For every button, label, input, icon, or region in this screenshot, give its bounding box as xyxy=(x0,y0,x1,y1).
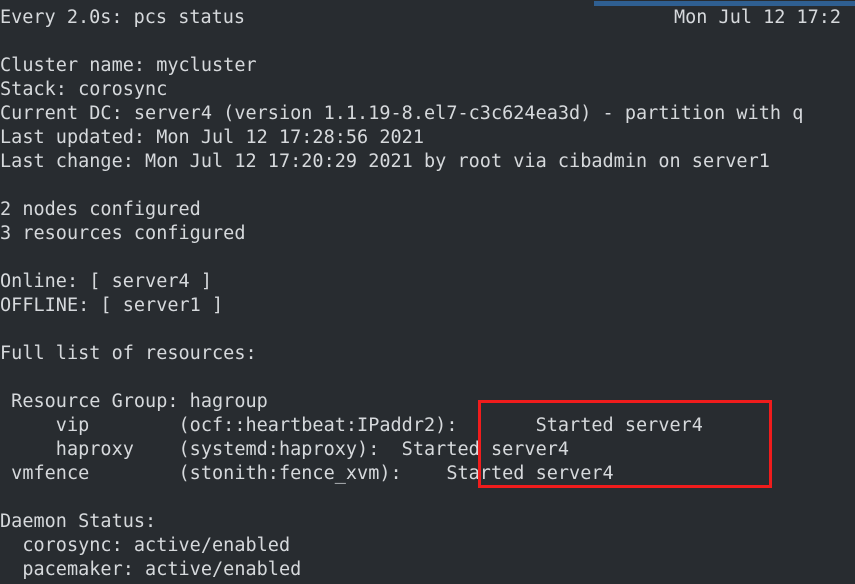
output-stack: Stack: corosync xyxy=(0,79,168,100)
watch-command-label: Every 2.0s: pcs status xyxy=(0,7,246,28)
output-full-list-heading: Full list of resources: xyxy=(0,343,257,364)
output-resources-configured: 3 resources configured xyxy=(0,223,246,244)
output-resource-vip: vip (ocf::heartbeat:IPaddr2): Started se… xyxy=(0,415,703,436)
output-last-change: Last change: Mon Jul 12 17:20:29 2021 by… xyxy=(0,151,770,172)
output-blank-line xyxy=(0,30,855,54)
output-current-dc: Current DC: server4 (version 1.1.19-8.el… xyxy=(0,103,804,124)
output-online-nodes: Online: [ server4 ] xyxy=(0,271,213,292)
output-daemon-status-heading: Daemon Status: xyxy=(0,511,157,532)
terminal-output-area[interactable]: Every 2.0s: pcs status Mon Jul 12 17:2 C… xyxy=(0,6,855,584)
output-daemon-corosync: corosync: active/enabled xyxy=(0,535,291,556)
output-daemon-pacemaker: pacemaker: active/enabled xyxy=(0,559,302,580)
output-last-updated: Last updated: Mon Jul 12 17:28:56 2021 xyxy=(0,127,425,148)
watch-header-row: Every 2.0s: pcs status Mon Jul 12 17:2 xyxy=(0,6,855,30)
output-blank-line xyxy=(0,246,855,270)
output-nodes-configured: 2 nodes configured xyxy=(0,199,201,220)
output-resource-vmfence: vmfence (stonith:fence_xvm): Started ser… xyxy=(0,463,614,484)
watch-timestamp: Mon Jul 12 17:2 xyxy=(674,7,842,28)
output-blank-line xyxy=(0,366,855,390)
output-blank-line xyxy=(0,318,855,342)
output-blank-line xyxy=(0,486,855,510)
output-blank-line xyxy=(0,174,855,198)
output-resource-haproxy: haproxy (systemd:haproxy): Started serve… xyxy=(0,439,570,460)
output-cluster-name: Cluster name: mycluster xyxy=(0,55,257,76)
terminal-window: Every 2.0s: pcs status Mon Jul 12 17:2 C… xyxy=(0,0,855,584)
output-resource-group: Resource Group: hagroup xyxy=(0,391,268,412)
output-offline-nodes: OFFLINE: [ server1 ] xyxy=(0,295,224,316)
